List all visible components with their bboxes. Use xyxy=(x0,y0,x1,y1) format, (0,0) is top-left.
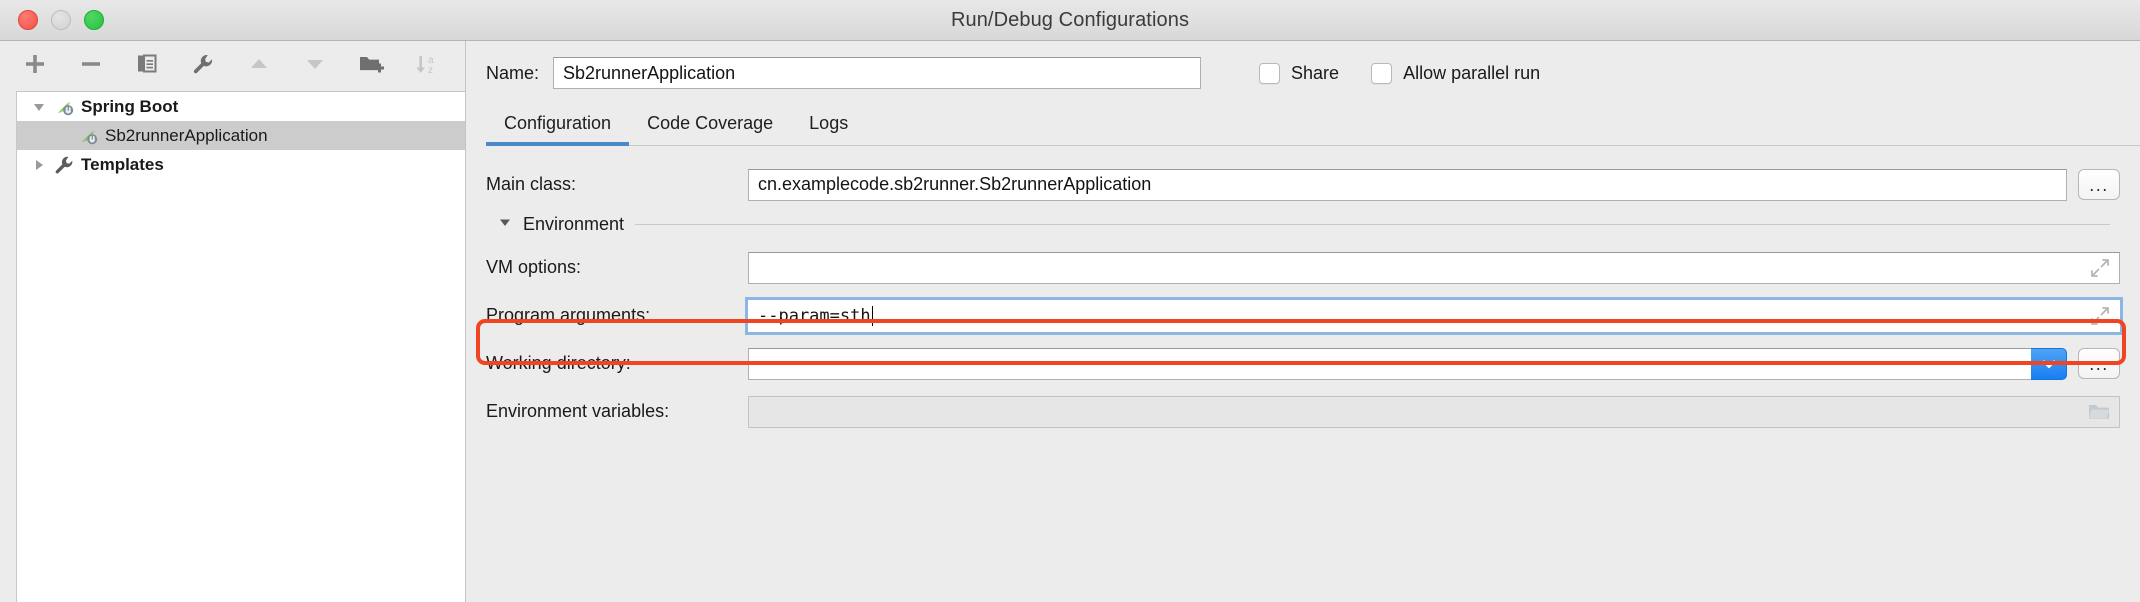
text-caret xyxy=(872,306,874,326)
wrench-icon xyxy=(51,154,77,176)
title-bar: Run/Debug Configurations xyxy=(0,0,2140,41)
minimize-window-button[interactable] xyxy=(51,10,71,30)
minus-icon xyxy=(79,52,103,76)
environment-variables-row: Environment variables: xyxy=(486,393,2120,430)
spring-boot-leaf-icon xyxy=(75,125,101,147)
main-class-browse-button[interactable]: ... xyxy=(2078,169,2120,200)
environment-variables-label: Environment variables: xyxy=(486,401,748,422)
working-directory-input[interactable] xyxy=(748,348,2031,380)
folder-plus-icon xyxy=(358,52,384,76)
working-directory-label: Working directory: xyxy=(486,353,748,374)
chevron-down-icon xyxy=(2040,355,2058,373)
tree-node-sb2runnerapplication[interactable]: Sb2runnerApplication xyxy=(17,121,465,150)
checkbox-box-icon xyxy=(1259,63,1280,84)
name-label: Name: xyxy=(486,63,539,84)
configurations-toolbar: a z xyxy=(0,41,465,87)
vm-options-row: VM options: xyxy=(486,249,2120,286)
configuration-form: Main class: cn.examplecode.sb2runner.Sb2… xyxy=(466,146,2140,430)
wrench-icon xyxy=(191,52,215,76)
expand-triangle-right-icon[interactable] xyxy=(27,158,51,172)
remove-button[interactable] xyxy=(74,49,108,79)
run-debug-configurations-window: Run/Debug Configurations xyxy=(0,0,2140,602)
close-window-button[interactable] xyxy=(18,10,38,30)
expand-triangle-down-icon[interactable] xyxy=(27,100,51,114)
configuration-options: Share Allow parallel run xyxy=(1259,63,1540,84)
tab-logs[interactable]: Logs xyxy=(791,113,866,145)
tree-node-label: Spring Boot xyxy=(81,97,178,117)
tree-node-spring-boot[interactable]: Spring Boot xyxy=(17,92,465,121)
traffic-lights xyxy=(18,10,104,30)
name-row: Name: Sb2runnerApplication Share Allow p… xyxy=(466,41,2140,89)
add-button[interactable] xyxy=(18,49,52,79)
tree-node-label: Sb2runnerApplication xyxy=(105,126,268,146)
program-arguments-label: Program arguments: xyxy=(486,305,748,326)
section-collapse-triangle-icon[interactable] xyxy=(498,215,512,234)
editor-tabs: Configuration Code Coverage Logs xyxy=(486,103,2140,146)
arrow-down-icon xyxy=(303,52,327,76)
tree-node-label: Templates xyxy=(81,155,164,175)
svg-text:z: z xyxy=(428,65,433,76)
checkbox-box-icon xyxy=(1371,63,1392,84)
browse-folder-icon[interactable] xyxy=(2087,401,2111,423)
new-folder-button[interactable] xyxy=(354,49,388,79)
working-directory-browse-button[interactable]: ... xyxy=(2078,348,2120,379)
copy-configuration-button[interactable] xyxy=(130,49,164,79)
program-arguments-value: --param=sth xyxy=(758,306,871,326)
expand-editor-icon[interactable] xyxy=(2089,305,2111,327)
program-arguments-input[interactable]: --param=sth xyxy=(748,300,2120,332)
main-class-value: cn.examplecode.sb2runner.Sb2runnerApplic… xyxy=(758,174,1151,195)
tab-configuration[interactable]: Configuration xyxy=(486,113,629,145)
environment-variables-input[interactable] xyxy=(748,396,2120,428)
section-divider xyxy=(635,224,2110,225)
configuration-editor-panel: Name: Sb2runnerApplication Share Allow p… xyxy=(466,41,2140,602)
vm-options-input[interactable] xyxy=(748,252,2120,284)
move-down-button[interactable] xyxy=(298,49,332,79)
configurations-panel: a z xyxy=(0,41,466,602)
program-arguments-row: Program arguments: --param=sth xyxy=(486,297,2120,334)
main-class-input[interactable]: cn.examplecode.sb2runner.Sb2runnerApplic… xyxy=(748,169,2067,201)
arrow-up-icon xyxy=(247,52,271,76)
sort-alphabetically-button[interactable]: a z xyxy=(410,49,444,79)
move-up-button[interactable] xyxy=(242,49,276,79)
copy-icon xyxy=(135,52,159,76)
window-title: Run/Debug Configurations xyxy=(0,9,2140,32)
tree-node-templates[interactable]: Templates xyxy=(17,150,465,179)
name-input[interactable]: Sb2runnerApplication xyxy=(553,57,1201,89)
tab-code-coverage[interactable]: Code Coverage xyxy=(629,113,791,145)
environment-section-title: Environment xyxy=(523,214,624,235)
environment-section-header[interactable]: Environment xyxy=(498,214,2120,235)
allow-parallel-run-label: Allow parallel run xyxy=(1403,63,1540,84)
share-checkbox[interactable]: Share xyxy=(1259,63,1339,84)
expand-editor-icon[interactable] xyxy=(2089,257,2111,279)
zoom-window-button[interactable] xyxy=(84,10,104,30)
plus-icon xyxy=(23,52,47,76)
working-directory-row: Working directory: ... xyxy=(486,345,2120,382)
dialog-body: a z xyxy=(0,41,2140,602)
main-class-label: Main class: xyxy=(486,174,748,195)
sort-az-icon: a z xyxy=(414,52,440,76)
name-input-value: Sb2runnerApplication xyxy=(563,63,735,84)
configurations-tree[interactable]: Spring Boot Sb2runnerA xyxy=(16,91,465,602)
allow-parallel-run-checkbox[interactable]: Allow parallel run xyxy=(1371,63,1540,84)
vm-options-label: VM options: xyxy=(486,257,748,278)
spring-boot-leaf-icon xyxy=(51,96,77,118)
share-label: Share xyxy=(1291,63,1339,84)
edit-templates-button[interactable] xyxy=(186,49,220,79)
main-class-row: Main class: cn.examplecode.sb2runner.Sb2… xyxy=(486,166,2120,203)
working-directory-dropdown-button[interactable] xyxy=(2031,348,2067,380)
